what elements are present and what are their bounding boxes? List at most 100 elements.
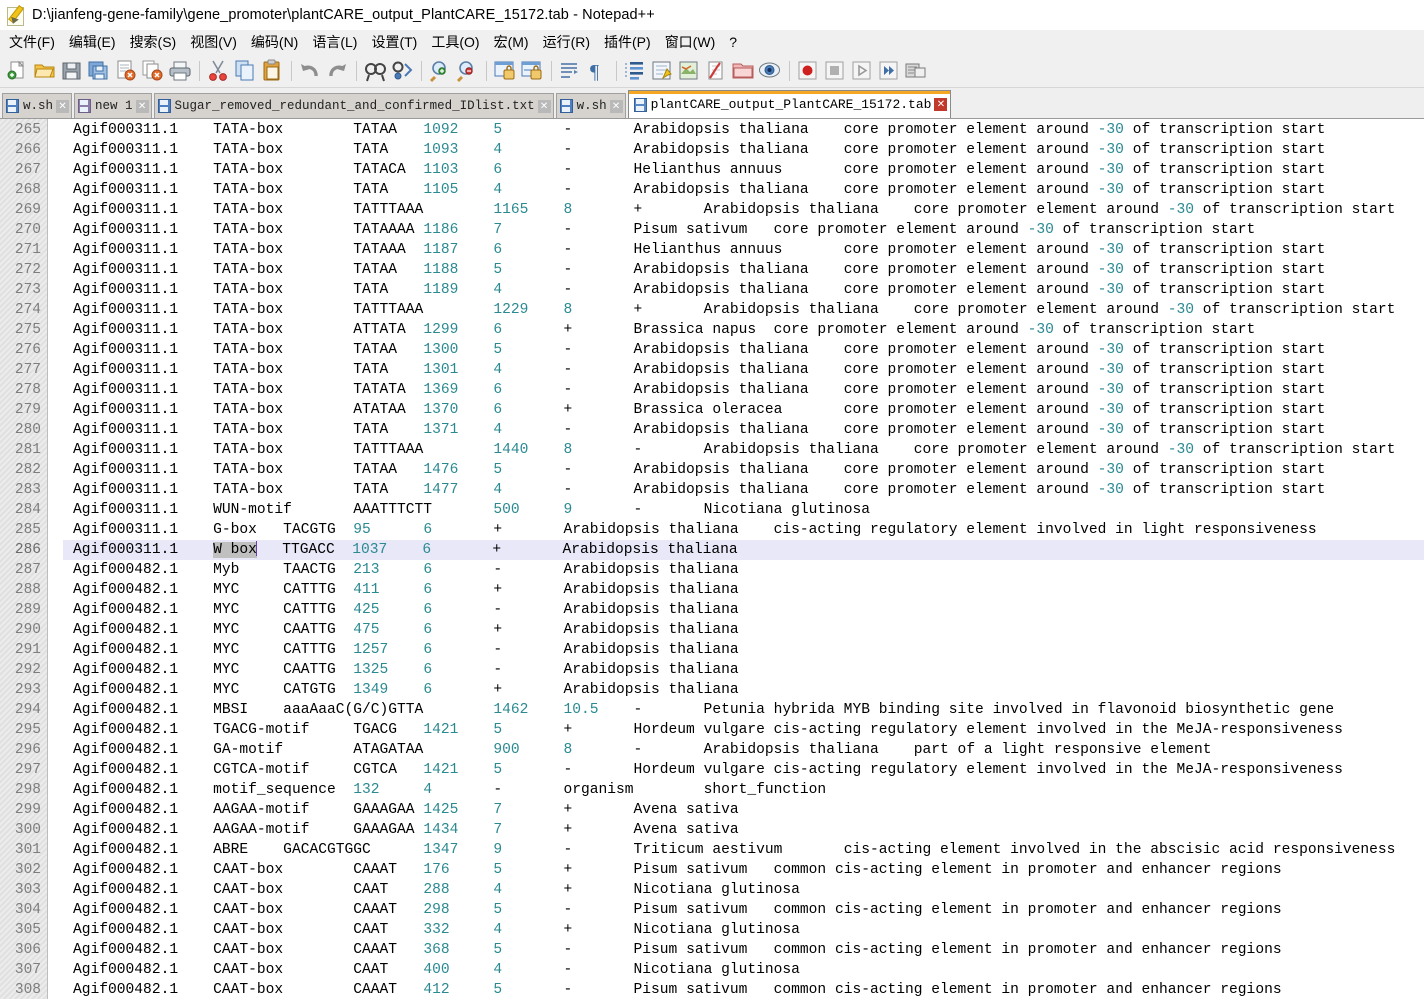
user-defined-language-icon[interactable]	[649, 58, 675, 84]
tab-close-button[interactable]: ✕	[537, 99, 551, 113]
code-line[interactable]: Agif000482.1 TGACG-motif TGACG 1421 5 + …	[63, 720, 1424, 740]
code-line[interactable]: Agif000482.1 CAAT-box CAAT 332 4 + Nicot…	[63, 920, 1424, 940]
code-line[interactable]: Agif000311.1 TATA-box TATAA 1476 5 - Ara…	[63, 460, 1424, 480]
code-line[interactable]: Agif000482.1 MYC CAATTG 1325 6 - Arabido…	[63, 660, 1424, 680]
code-line[interactable]: Agif000482.1 GA-motif ATAGATAA 900 8 - A…	[63, 740, 1424, 760]
tab-new-1[interactable]: new 1 ✕	[74, 93, 152, 118]
open-file-icon[interactable]	[32, 58, 58, 84]
undo-icon[interactable]	[297, 58, 323, 84]
code-line[interactable]: Agif000482.1 CAAT-box CAAAT 298 5 - Pisu…	[63, 900, 1424, 920]
code-line[interactable]: Agif000311.1 TATA-box TATATA 1369 6 - Ar…	[63, 380, 1424, 400]
code-line[interactable]: Agif000482.1 CGTCA-motif CGTCA 1421 5 - …	[63, 760, 1424, 780]
code-line[interactable]: Agif000482.1 MYC CAATTG 475 6 + Arabidop…	[63, 620, 1424, 640]
code-line[interactable]: Agif000482.1 AAGAA-motif GAAAGAA 1425 7 …	[63, 800, 1424, 820]
menu-view[interactable]: 视图(V)	[183, 29, 244, 55]
code-line[interactable]: Agif000311.1 TATA-box ATTATA 1299 6 + Br…	[63, 320, 1424, 340]
code-line[interactable]: Agif000311.1 TATA-box TATTTAAA 1165 8 + …	[63, 200, 1424, 220]
zoom-out-icon[interactable]	[454, 58, 480, 84]
code-line[interactable]: Agif000311.1 WUN-motif AAATTTCTT 500 9 -…	[63, 500, 1424, 520]
playback-macro-icon[interactable]	[849, 58, 875, 84]
tab-close-button[interactable]: ✕	[934, 98, 948, 111]
save-macro-icon[interactable]	[903, 58, 929, 84]
code-line[interactable]: Agif000311.1 TATA-box TATA 1301 4 - Arab…	[63, 360, 1424, 380]
code-line[interactable]: Agif000482.1 MYC CATGTG 1349 6 + Arabido…	[63, 680, 1424, 700]
menu-plugins[interactable]: 插件(P)	[597, 29, 658, 55]
code-line[interactable]: Agif000482.1 CAAT-box CAAAT 368 5 - Pisu…	[63, 940, 1424, 960]
menu-macro[interactable]: 宏(M)	[487, 29, 536, 55]
menu-help[interactable]: ?	[722, 31, 744, 53]
code-line[interactable]: Agif000482.1 CAAT-box CAAT 288 4 + Nicot…	[63, 880, 1424, 900]
code-line[interactable]: Agif000311.1 TATA-box TATA 1105 4 - Arab…	[63, 180, 1424, 200]
code-line[interactable]: Agif000482.1 MBSI aaaAaaC(G/C)GTTA 1462 …	[63, 700, 1424, 720]
code-line[interactable]: Agif000311.1 TATA-box TATA 1371 4 - Arab…	[63, 420, 1424, 440]
menu-language[interactable]: 语言(L)	[305, 29, 364, 55]
document-map-icon[interactable]	[676, 58, 702, 84]
sync-horizontal-scroll-icon[interactable]	[519, 58, 545, 84]
code-line[interactable]: Agif000311.1 TATA-box TATA 1477 4 - Arab…	[63, 480, 1424, 500]
tab-w-sh-1[interactable]: w.sh ✕	[2, 93, 73, 118]
close-all-icon[interactable]	[140, 58, 166, 84]
code-line[interactable]: Agif000482.1 ABRE GACACGTGGC 1347 9 - Tr…	[63, 840, 1424, 860]
find-icon[interactable]	[362, 58, 388, 84]
paste-icon[interactable]	[259, 58, 285, 84]
code-line[interactable]: Agif000311.1 G-box TACGTG 95 6 + Arabido…	[63, 520, 1424, 540]
replace-icon[interactable]	[389, 58, 415, 84]
code-line[interactable]: Agif000311.1 TATA-box TATAA 1092 5 - Ara…	[63, 120, 1424, 140]
menu-encoding[interactable]: 编码(N)	[244, 29, 305, 55]
code-line-current[interactable]: Agif000311.1 W box TTGACC 1037 6 + Arabi…	[63, 540, 1424, 560]
zoom-in-icon[interactable]	[427, 58, 453, 84]
code-line[interactable]: Agif000482.1 MYC CATTTG 1257 6 - Arabido…	[63, 640, 1424, 660]
cut-icon[interactable]	[205, 58, 231, 84]
run-macro-multiple-icon[interactable]	[876, 58, 902, 84]
code-line[interactable]: Agif000482.1 CAAT-box CAAAT 412 5 - Pisu…	[63, 980, 1424, 999]
tab-close-button[interactable]: ✕	[56, 99, 70, 113]
code-line[interactable]: Agif000311.1 TATA-box TATAAA 1187 6 - He…	[63, 240, 1424, 260]
code-line[interactable]: Agif000482.1 MYC CATTTG 425 6 - Arabidop…	[63, 600, 1424, 620]
folder-as-workspace-icon[interactable]	[730, 58, 756, 84]
code-line[interactable]: Agif000482.1 MYC CATTTG 411 6 + Arabidop…	[63, 580, 1424, 600]
indent-guide-icon[interactable]	[622, 58, 648, 84]
close-file-icon[interactable]	[113, 58, 139, 84]
new-file-icon[interactable]	[5, 58, 31, 84]
save-all-icon[interactable]	[86, 58, 112, 84]
stop-recording-icon[interactable]	[822, 58, 848, 84]
menu-file[interactable]: 文件(F)	[2, 29, 62, 55]
tab-sugar-idlist[interactable]: Sugar_removed_redundant_and_confirmed_ID…	[153, 93, 554, 118]
tab-w-sh-2[interactable]: w.sh ✕	[555, 93, 626, 118]
word-wrap-icon[interactable]	[557, 58, 583, 84]
code-line[interactable]: Agif000311.1 TATA-box TATACA 1103 6 - He…	[63, 160, 1424, 180]
tab-close-button[interactable]: ✕	[609, 99, 623, 113]
code-line[interactable]: Agif000311.1 TATA-box ATATAA 1370 6 + Br…	[63, 400, 1424, 420]
code-line[interactable]: Agif000311.1 TATA-box TATA 1189 4 - Arab…	[63, 280, 1424, 300]
code-line[interactable]: Agif000482.1 AAGAA-motif GAAAGAA 1434 7 …	[63, 820, 1424, 840]
record-macro-icon[interactable]	[795, 58, 821, 84]
menu-window[interactable]: 窗口(W)	[658, 29, 723, 55]
menu-tools[interactable]: 工具(O)	[424, 29, 486, 55]
save-icon[interactable]	[59, 58, 85, 84]
code-line[interactable]: Agif000482.1 motif_sequence 132 4 - orga…	[63, 780, 1424, 800]
code-line[interactable]: Agif000311.1 TATA-box TATA 1093 4 - Arab…	[63, 140, 1424, 160]
show-all-characters-icon[interactable]: ¶	[584, 58, 610, 84]
code-line[interactable]: Agif000311.1 TATA-box TATAA 1300 5 - Ara…	[63, 340, 1424, 360]
menu-search[interactable]: 搜索(S)	[123, 29, 184, 55]
function-list-icon[interactable]	[703, 58, 729, 84]
code-line[interactable]: Agif000311.1 TATA-box TATAAAA 1186 7 - P…	[63, 220, 1424, 240]
fold-margin[interactable]	[48, 119, 63, 999]
tab-plantcare-output[interactable]: plantCARE_output_PlantCARE_15172.tab ✕	[627, 90, 952, 118]
code-line[interactable]: Agif000311.1 TATA-box TATTTAAA 1440 8 - …	[63, 440, 1424, 460]
text-content[interactable]: Agif000311.1 TATA-box TATAA 1092 5 - Ara…	[63, 119, 1424, 999]
code-line[interactable]: Agif000482.1 CAAT-box CAAAT 176 5 + Pisu…	[63, 860, 1424, 880]
code-line[interactable]: Agif000482.1 CAAT-box CAAT 400 4 - Nicot…	[63, 960, 1424, 980]
code-line[interactable]: Agif000311.1 TATA-box TATAA 1188 5 - Ara…	[63, 260, 1424, 280]
tab-close-button[interactable]: ✕	[135, 99, 149, 113]
print-icon[interactable]	[167, 58, 193, 84]
redo-icon[interactable]	[324, 58, 350, 84]
menu-run[interactable]: 运行(R)	[536, 29, 597, 55]
menu-edit[interactable]: 编辑(E)	[62, 29, 123, 55]
code-line[interactable]: Agif000482.1 Myb TAACTG 213 6 - Arabidop…	[63, 560, 1424, 580]
editor-area[interactable]: 265 266 267 268 269 270 271 272 273 274 275 276 277 2…	[0, 119, 1424, 999]
menu-settings[interactable]: 设置(T)	[364, 29, 424, 55]
copy-icon[interactable]	[232, 58, 258, 84]
code-line[interactable]: Agif000311.1 TATA-box TATTTAAA 1229 8 + …	[63, 300, 1424, 320]
monitoring-icon[interactable]	[757, 58, 783, 84]
